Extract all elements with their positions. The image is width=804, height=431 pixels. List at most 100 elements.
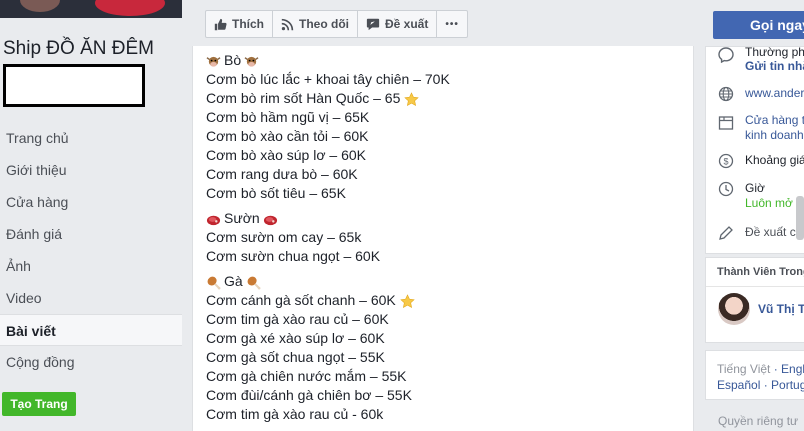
store-icon	[718, 116, 734, 130]
page-title: Ship ĐỒ ĂN ĐÊM	[3, 38, 154, 59]
member-name-link[interactable]: Vũ Thị T	[758, 302, 804, 316]
sidebar-item-5[interactable]: Video	[0, 282, 182, 314]
menu-item: Cơm bò xào súp lơ – 60K	[206, 146, 686, 165]
like-label: Thích	[232, 17, 264, 31]
menu-item: Cơm bò hầm ngũ vị – 65K	[206, 108, 686, 127]
sidebar-item-1[interactable]: Giới thiệu	[0, 154, 182, 186]
menu-item-text: Cơm sườn om cay – 65k	[206, 229, 362, 245]
menu-item: Cơm gà xé xào súp lơ – 60K	[206, 329, 686, 348]
speech-bubble-icon	[366, 18, 380, 31]
section-heading-text: Sườn	[224, 210, 260, 226]
rss-icon	[281, 18, 294, 30]
menu-item-text: Cơm bò rim sốt Hàn Quốc – 65	[206, 90, 401, 106]
section-heading: Bò	[206, 51, 686, 70]
language-line-2[interactable]: Español · Português	[717, 378, 804, 392]
left-column: Ship ĐỒ ĂN ĐÊM Trang chủ Giới thiệu Cửa hà…	[0, 0, 190, 431]
menu-item: Cơm đùi/cánh gà chiên bơ – 55K	[206, 386, 686, 405]
section-heading: Gà	[206, 272, 686, 291]
more-dots-icon: •••	[445, 18, 459, 30]
follow-label: Theo dõi	[299, 17, 349, 31]
post-body: Bò Cơm bò lúc lắc + khoai tây chiên – 70K…	[206, 51, 686, 424]
drumstick-emoji-icon	[207, 276, 221, 290]
sidebar-item-4[interactable]: Ảnh	[0, 250, 182, 282]
section-heading-text: Gà	[224, 273, 243, 289]
members-panel: Thành Viên Trong Vũ Thị T	[705, 257, 804, 343]
menu-item: Cơm bò lúc lắc + khoai tây chiên – 70K	[206, 70, 686, 89]
section-heading: Sườn	[206, 209, 686, 228]
profile-photo[interactable]	[0, 0, 182, 18]
members-title: Thành Viên Trong	[717, 266, 804, 278]
language-panel: Tiếng Việt · English Español · Português	[705, 350, 804, 400]
menu-item-text: Cơm gà sốt chua ngọt – 55K	[206, 349, 385, 365]
category-link-2[interactable]: kinh doanh	[745, 128, 804, 143]
cow-emoji-icon	[206, 56, 221, 67]
current-language: Tiếng Việt	[717, 362, 771, 376]
menu-item: Cơm rang dưa bò – 60K	[206, 165, 686, 184]
post-card: Bò Cơm bò lúc lắc + khoai tây chiên – 70K…	[192, 46, 694, 431]
website-link[interactable]: www.anderson	[745, 86, 804, 101]
page-action-bar: Thích Theo dõi Đề xuất •••	[205, 10, 468, 38]
menu-item-text: Cơm cánh gà sốt chanh – 60K	[206, 292, 396, 308]
redacted-username-box	[3, 64, 145, 107]
dollar-icon: $	[718, 153, 734, 169]
clock-icon	[718, 181, 734, 197]
suggest-button[interactable]: Đề xuất	[358, 11, 438, 37]
menu-item-text: Cơm bò xào súp lơ – 60K	[206, 147, 366, 163]
response-time-text: Thường phản hồi	[745, 46, 804, 59]
avatar[interactable]	[718, 293, 750, 325]
star-icon	[404, 92, 419, 106]
menu-item-text: Cơm tim gà xào rau củ - 60k	[206, 406, 384, 422]
sidebar-item-6[interactable]: Bài viết	[0, 314, 182, 346]
menu-item-text: Cơm bò sốt tiêu – 65K	[206, 185, 346, 201]
scrollbar-thumb[interactable]	[796, 196, 804, 240]
follow-button[interactable]: Theo dõi	[273, 11, 358, 37]
create-page-button[interactable]: Tạo Trang	[2, 392, 76, 416]
menu-item: Cơm sườn om cay – 65k	[206, 228, 686, 247]
meat-emoji-icon	[263, 215, 277, 225]
menu-item: Cơm bò xào cần tỏi – 60K	[206, 127, 686, 146]
menu-item: Cơm sườn chua ngọt – 60K	[206, 247, 686, 266]
menu-item-text: Cơm đùi/cánh gà chiên bơ – 55K	[206, 387, 412, 403]
language-line-1: Tiếng Việt · English	[717, 362, 804, 376]
menu-item: Cơm bò rim sốt Hàn Quốc – 65	[206, 89, 686, 108]
section-heading-text: Bò	[224, 52, 242, 68]
hours-label: Giờ	[745, 181, 765, 195]
menu-item-text: Cơm gà xé xào súp lơ – 60K	[206, 330, 385, 346]
sidebar-item-0[interactable]: Trang chủ	[0, 122, 182, 154]
svg-text:$: $	[723, 157, 728, 167]
menu-item-text: Cơm rang dưa bò – 60K	[206, 166, 358, 182]
menu-item-text: Cơm bò lúc lắc + khoai tây chiên – 70K	[206, 71, 450, 87]
category-link-1[interactable]: Cửa hàng tiện lợi	[745, 113, 804, 128]
language-link-english[interactable]: English	[781, 362, 804, 376]
sidebar-item-3[interactable]: Đánh giá	[0, 218, 182, 250]
privacy-link[interactable]: Quyền riêng tư	[718, 414, 798, 428]
drumstick-emoji-icon	[247, 276, 261, 290]
more-options-button[interactable]: •••	[437, 11, 467, 37]
menu-item-text: Cơm bò xào cần tỏi – 60K	[206, 128, 369, 144]
meat-emoji-icon	[206, 215, 221, 225]
like-button[interactable]: Thích	[206, 11, 273, 37]
menu-item: Cơm cánh gà sốt chanh – 60K	[206, 291, 686, 310]
menu-item-text: Cơm bò hầm ngũ vị – 65K	[206, 109, 370, 125]
message-icon	[718, 47, 734, 63]
suggest-label: Đề xuất	[385, 17, 429, 31]
thumbs-up-icon	[214, 18, 227, 30]
send-message-link[interactable]: Gửi tin nhắn	[745, 59, 804, 74]
menu-item: Cơm bò sốt tiêu – 65K	[206, 184, 686, 203]
menu-item: Cơm tim gà xào rau củ - 60k	[206, 405, 686, 424]
cow-emoji-icon	[244, 56, 259, 67]
sidebar-item-7[interactable]: Cộng đồng	[0, 346, 182, 378]
star-icon	[399, 294, 415, 308]
divider	[706, 286, 804, 287]
call-now-button[interactable]: Gọi ngay	[713, 11, 804, 39]
price-range-text: Khoảng giá	[745, 153, 804, 167]
menu-item-text: Cơm gà chiên nước mắm – 55K	[206, 368, 407, 384]
page-info-panel: Thường phản hồi Gửi tin nhắn www.anderso…	[705, 46, 804, 254]
menu-item: Cơm tim gà xào rau củ – 60K	[206, 310, 686, 329]
menu-item-text: Cơm tim gà xào rau củ – 60K	[206, 311, 389, 327]
page-nav: Trang chủ Giới thiệu Cửa hàng Đánh giá Ảnh Vi…	[0, 122, 182, 378]
sidebar-item-2[interactable]: Cửa hàng	[0, 186, 182, 218]
menu-item-text: Cơm sườn chua ngọt – 60K	[206, 248, 381, 264]
menu-item: Cơm gà sốt chua ngọt – 55K	[206, 348, 686, 367]
menu-item: Cơm gà chiên nước mắm – 55K	[206, 367, 686, 386]
